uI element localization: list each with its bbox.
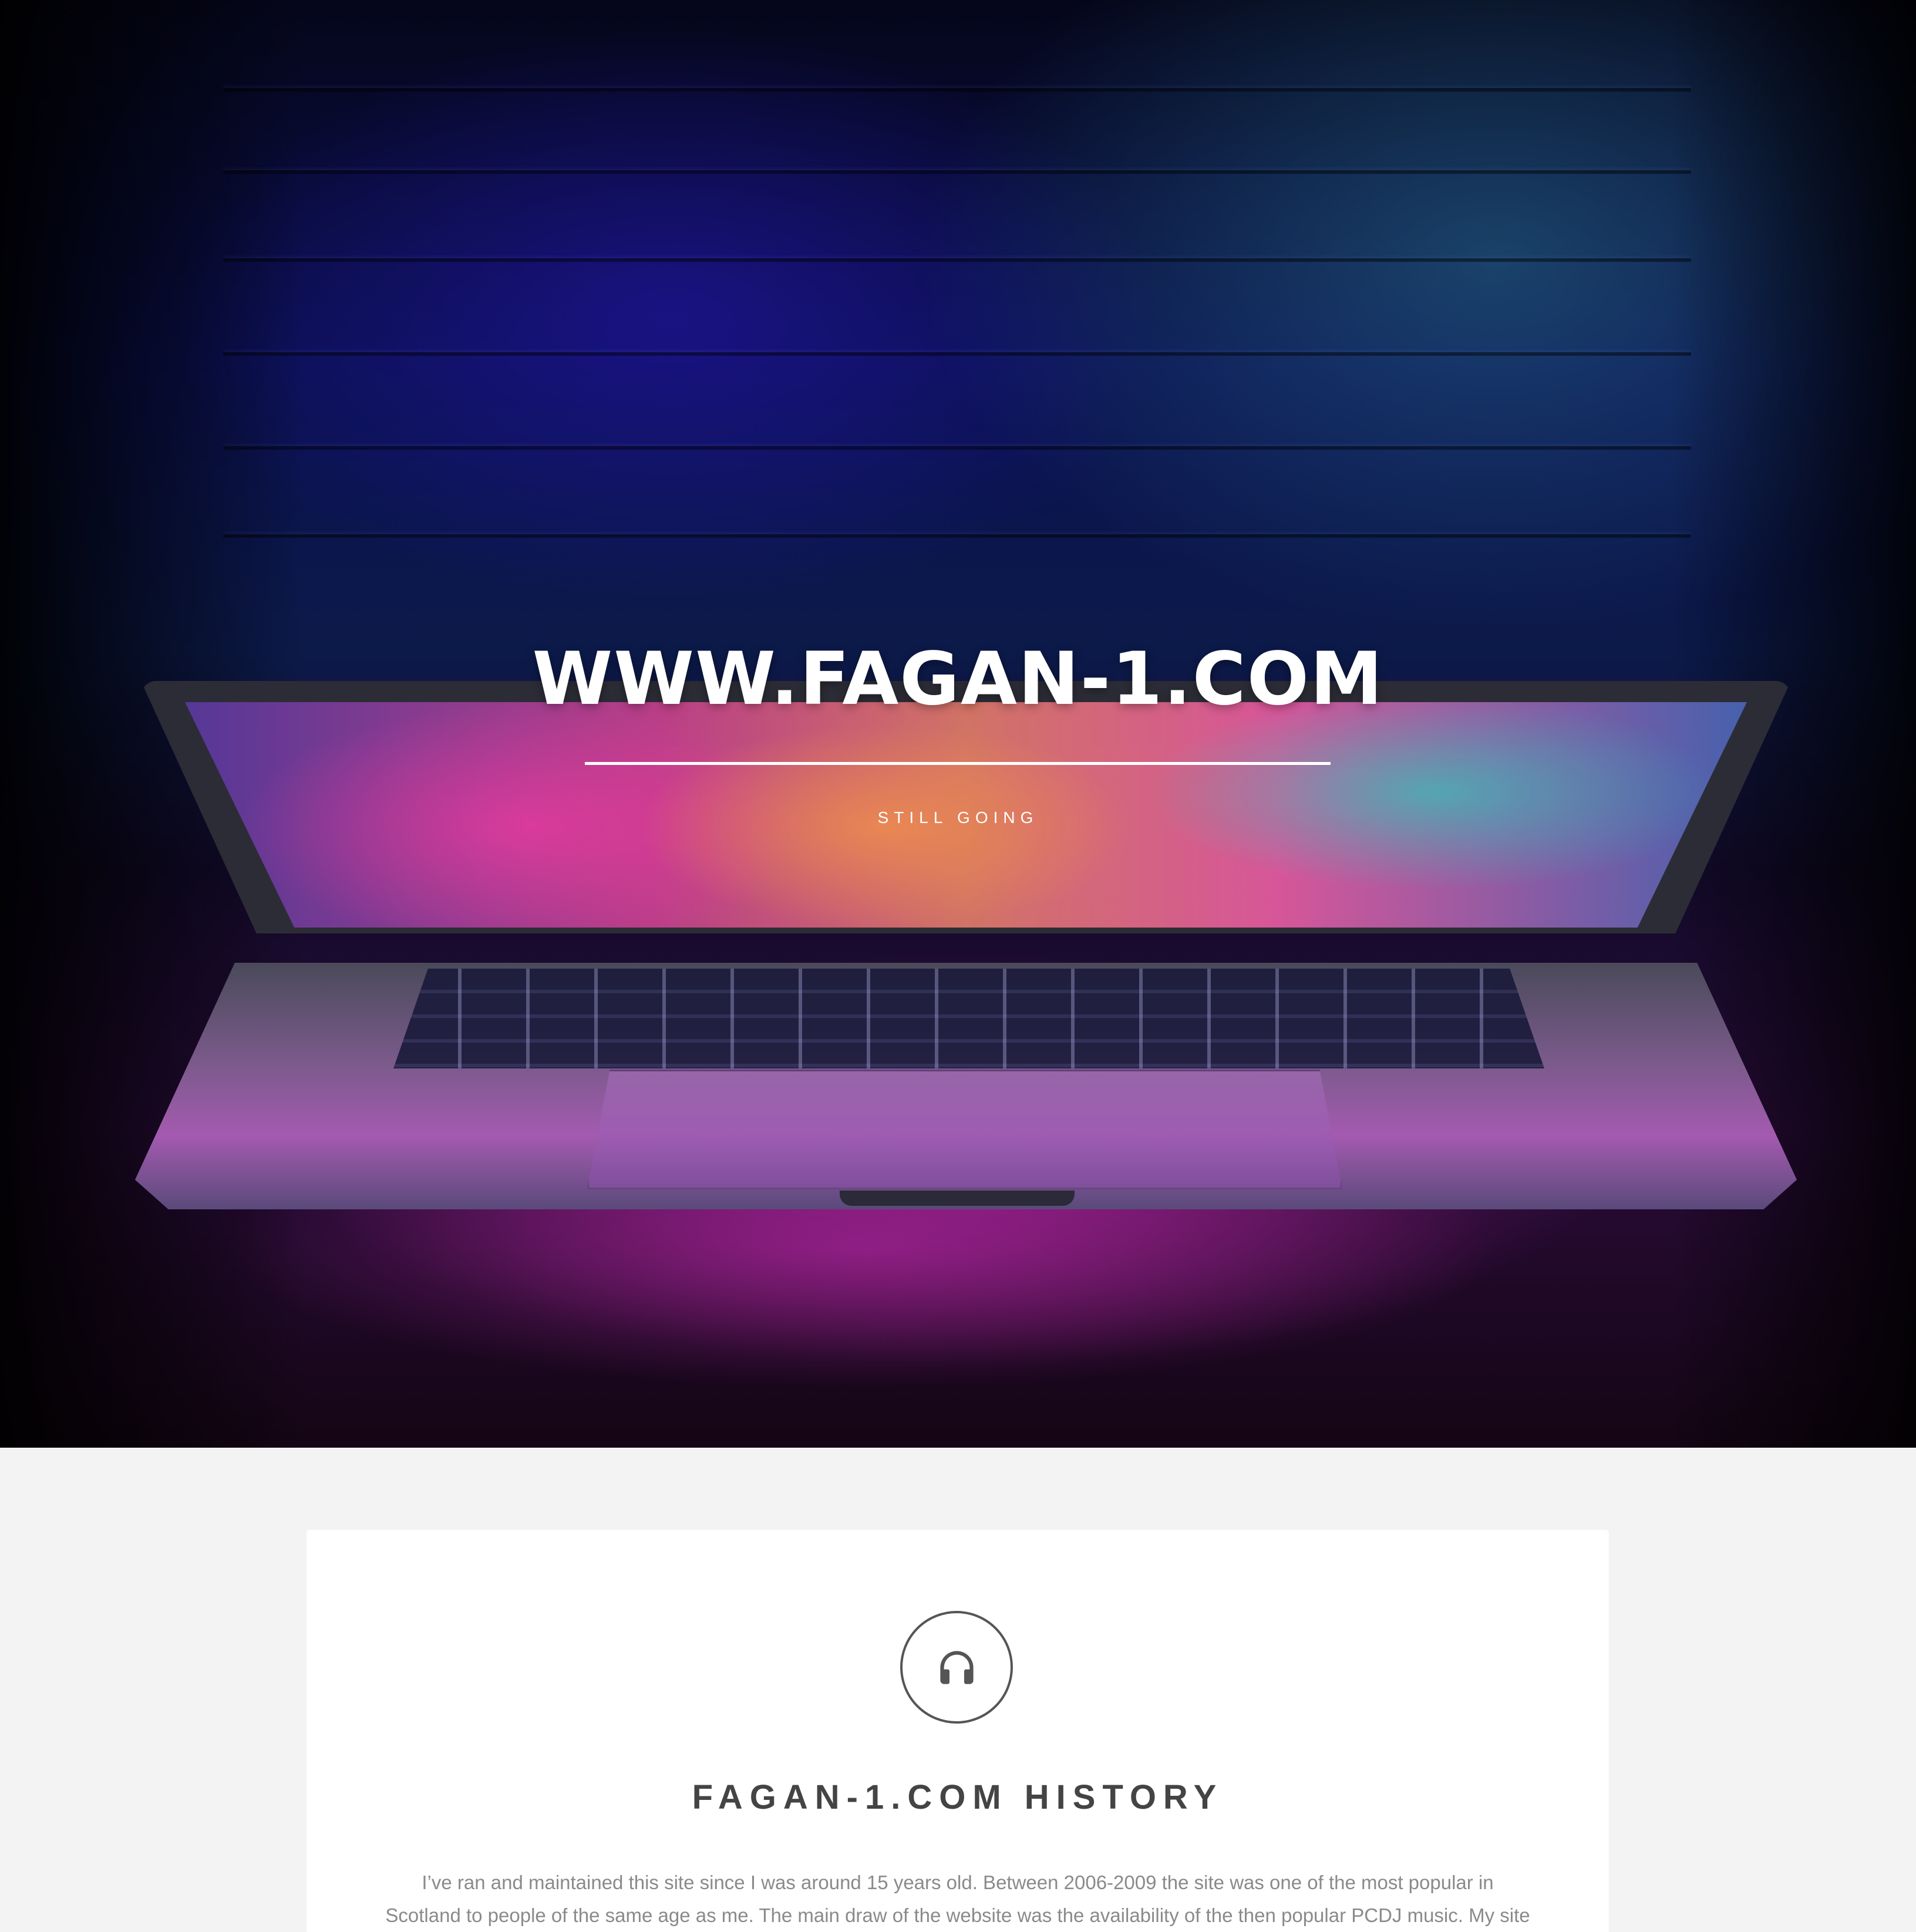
laptop-notch (840, 1191, 1075, 1206)
main-content: FAGAN-1.COM HISTORY I’ve ran and maintai… (0, 1448, 1916, 1932)
background-stripe (223, 170, 1691, 174)
background-stripe (223, 534, 1691, 538)
hero-banner: WWW.FAGAN-1.COM STILL GOING (0, 0, 1916, 1448)
laptop-keyboard (393, 969, 1544, 1068)
headphones-icon-glyph (940, 1651, 974, 1684)
laptop-trackpad (587, 1070, 1342, 1189)
site-tagline: STILL GOING (877, 808, 1039, 827)
section-title: FAGAN-1.COM HISTORY (692, 1778, 1224, 1817)
section-body: I’ve ran and maintained this site since … (385, 1872, 1530, 1926)
background-stripe (223, 88, 1691, 92)
background-stripe (223, 258, 1691, 262)
site-title: WWW.FAGAN-1.COM (532, 637, 1384, 721)
background-stripe (223, 352, 1691, 356)
title-underline (585, 762, 1331, 765)
page: WWW.FAGAN-1.COM STILL GOING FAGAN-1.COM … (0, 0, 1916, 1932)
headphones-icon (900, 1611, 1013, 1724)
background-stripe (223, 446, 1691, 450)
history-card: FAGAN-1.COM HISTORY I’ve ran and maintai… (307, 1530, 1609, 1932)
